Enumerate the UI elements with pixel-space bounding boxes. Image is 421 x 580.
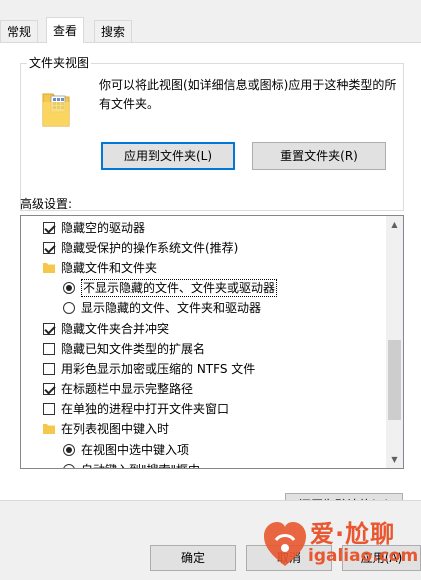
view-tab-panel: 文件夹视图 你可以将此视图(如详细信息或图标)应用于这种类型的所有文件夹。 应用…: [0, 42, 421, 517]
list-item[interactable]: 隐藏受保护的操作系统文件(推荐): [21, 238, 387, 258]
list-item[interactable]: 在列表视图中键入时: [21, 419, 387, 439]
reset-folders-button[interactable]: 重置文件夹(R): [252, 142, 386, 170]
radio-selected-icon[interactable]: [63, 282, 75, 294]
list-item[interactable]: 在单独的进程中打开文件夹窗口: [21, 399, 387, 419]
watermark-logo: 爱·尬聊 igaliao.com: [262, 514, 421, 580]
list-item-label: 隐藏文件和文件夹: [61, 261, 158, 275]
tab-general[interactable]: 常规: [0, 20, 39, 42]
tab-view[interactable]: 查看: [46, 17, 85, 43]
tab-label: 查看: [53, 24, 78, 38]
list-item[interactable]: 自动键入到"搜索"框中: [21, 460, 387, 468]
apply-to-folders-button[interactable]: 应用到文件夹(L): [101, 142, 235, 170]
list-item-label: 在标题栏中显示完整路径: [61, 382, 194, 396]
checkbox-checked-icon[interactable]: [43, 242, 55, 254]
watermark-url: igaliao.com: [308, 546, 419, 566]
tab-label: 搜索: [101, 25, 126, 39]
radio-unselected-icon[interactable]: [63, 464, 75, 468]
list-item[interactable]: 在视图中选中键入项: [21, 440, 387, 460]
list-item[interactable]: 在标题栏中显示完整路径: [21, 379, 387, 399]
list-item-label: 自动键入到"搜索"框中: [81, 460, 200, 468]
checkbox-unchecked-icon[interactable]: [43, 343, 55, 355]
list-item[interactable]: 隐藏已知文件类型的扩展名: [21, 339, 387, 359]
list-item-label: 隐藏受保护的操作系统文件(推荐): [61, 241, 239, 255]
list-item[interactable]: 隐藏空的驱动器: [21, 218, 387, 238]
scroll-thumb[interactable]: [388, 340, 401, 420]
watermark-heart-icon: [264, 522, 306, 566]
list-item-label: 不显示隐藏的文件、文件夹或驱动器: [81, 279, 278, 297]
folder-icon: [43, 424, 55, 434]
list-item[interactable]: 用彩色显示加密或压缩的 NTFS 文件: [21, 359, 387, 379]
radio-unselected-icon[interactable]: [63, 302, 75, 314]
list-item[interactable]: 不显示隐藏的文件、文件夹或驱动器: [21, 278, 387, 298]
folder-views-description: 你可以将此视图(如详细信息或图标)应用于这种类型的所有文件夹。: [99, 78, 397, 111]
tab-label: 常规: [7, 25, 32, 39]
checkbox-checked-icon[interactable]: [43, 383, 55, 395]
folder-icon: [43, 263, 55, 273]
radio-selected-icon[interactable]: [63, 444, 75, 456]
tab-search[interactable]: 搜索: [94, 20, 133, 42]
list-item-label: 隐藏文件夹合并冲突: [61, 322, 170, 336]
list-item-label: 显示隐藏的文件、文件夹和驱动器: [81, 301, 262, 315]
list-item-label: 用彩色显示加密或压缩的 NTFS 文件: [61, 362, 256, 376]
advanced-settings-list[interactable]: 隐藏空的驱动器隐藏受保护的操作系统文件(推荐) 隐藏文件和文件夹不显示隐藏的文件、…: [20, 215, 404, 469]
checkbox-unchecked-icon[interactable]: [43, 363, 55, 375]
list-item[interactable]: 隐藏文件夹合并冲突: [21, 319, 387, 339]
ok-button[interactable]: 确定: [150, 545, 236, 571]
folder-views-group: 文件夹视图 你可以将此视图(如详细信息或图标)应用于这种类型的所有文件夹。 应用…: [20, 56, 404, 211]
folder-views-icon: [42, 93, 70, 127]
list-item-label: 在列表视图中键入时: [61, 422, 170, 436]
watermark-title: 爱·尬聊: [310, 520, 396, 548]
list-item-label: 隐藏空的驱动器: [61, 221, 146, 235]
advanced-settings-label: 高级设置:: [20, 197, 73, 211]
list-item[interactable]: 隐藏文件和文件夹: [21, 258, 387, 278]
list-item-label: 隐藏已知文件类型的扩展名: [61, 342, 206, 356]
advanced-settings-items: 隐藏空的驱动器隐藏受保护的操作系统文件(推荐) 隐藏文件和文件夹不显示隐藏的文件、…: [21, 216, 387, 468]
scroll-up-arrow-icon[interactable]: ▲: [386, 216, 403, 233]
checkbox-checked-icon[interactable]: [43, 222, 55, 234]
list-scrollbar[interactable]: ▲ ▼: [386, 216, 403, 468]
scroll-down-arrow-icon[interactable]: ▼: [386, 451, 403, 468]
list-item[interactable]: 显示隐藏的文件、文件夹和驱动器: [21, 298, 387, 318]
folder-views-title: 文件夹视图: [27, 56, 92, 70]
checkbox-checked-icon[interactable]: [43, 323, 55, 335]
list-item-label: 在视图中选中键入项: [81, 443, 190, 457]
checkbox-unchecked-icon[interactable]: [43, 403, 55, 415]
list-item-label: 在单独的进程中打开文件夹窗口: [61, 402, 230, 416]
tab-bar: 常规 查看 搜索: [0, 0, 421, 43]
